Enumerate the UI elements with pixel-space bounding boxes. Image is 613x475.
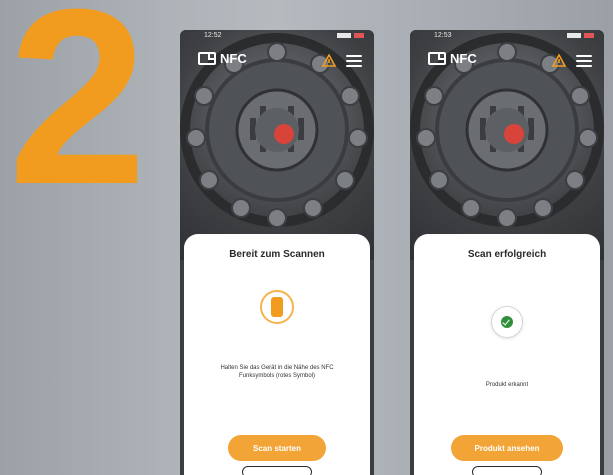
phone-screen-success: 12:53 NFC Scan erfolgreich Produkt erkan…	[410, 30, 604, 475]
status-bar: 12:52	[190, 32, 364, 44]
warning-icon[interactable]	[321, 53, 336, 68]
app-title: NFC	[450, 51, 477, 67]
status-bar: 12:53	[420, 32, 594, 44]
app-header: NFC	[198, 50, 247, 72]
phone-nfc-icon	[260, 290, 294, 324]
header-actions	[321, 52, 362, 70]
nfc-logo-icon	[428, 52, 446, 66]
view-product-button[interactable]: Produkt ansehen	[451, 435, 563, 461]
warning-icon[interactable]	[551, 53, 566, 68]
secondary-button[interactable]	[242, 466, 312, 475]
menu-icon[interactable]	[346, 54, 362, 67]
signal-icon	[567, 32, 581, 38]
card-message: Halten Sie das Gerät in die Nähe des NFC…	[220, 365, 334, 379]
result-card: Scan erfolgreich Produkt erkannt Produkt…	[414, 234, 600, 475]
card-title: Bereit zum Scannen	[229, 249, 325, 260]
status-time: 12:52	[204, 32, 222, 39]
header-actions	[551, 52, 592, 70]
scan-start-button[interactable]: Scan starten	[228, 435, 326, 461]
app-title: NFC	[220, 51, 247, 67]
signal-icon	[337, 32, 351, 38]
status-icons	[567, 32, 594, 39]
scan-card: Bereit zum Scannen Halten Sie das Gerät …	[184, 234, 370, 475]
battery-icon	[354, 32, 364, 38]
battery-icon	[584, 32, 594, 38]
card-title: Scan erfolgreich	[467, 249, 547, 260]
nfc-logo-icon	[198, 52, 216, 66]
success-check-icon	[492, 307, 522, 337]
menu-icon[interactable]	[576, 54, 592, 67]
app-header: NFC	[428, 50, 477, 72]
status-icons	[337, 32, 364, 39]
card-message: Produkt erkannt	[485, 382, 529, 388]
step-number: 2	[8, 0, 147, 236]
phone-screen-ready: 12:52 NFC Bereit zum Scannen Halten Sie …	[180, 30, 374, 475]
secondary-button[interactable]	[472, 466, 542, 475]
status-time: 12:53	[434, 32, 452, 39]
